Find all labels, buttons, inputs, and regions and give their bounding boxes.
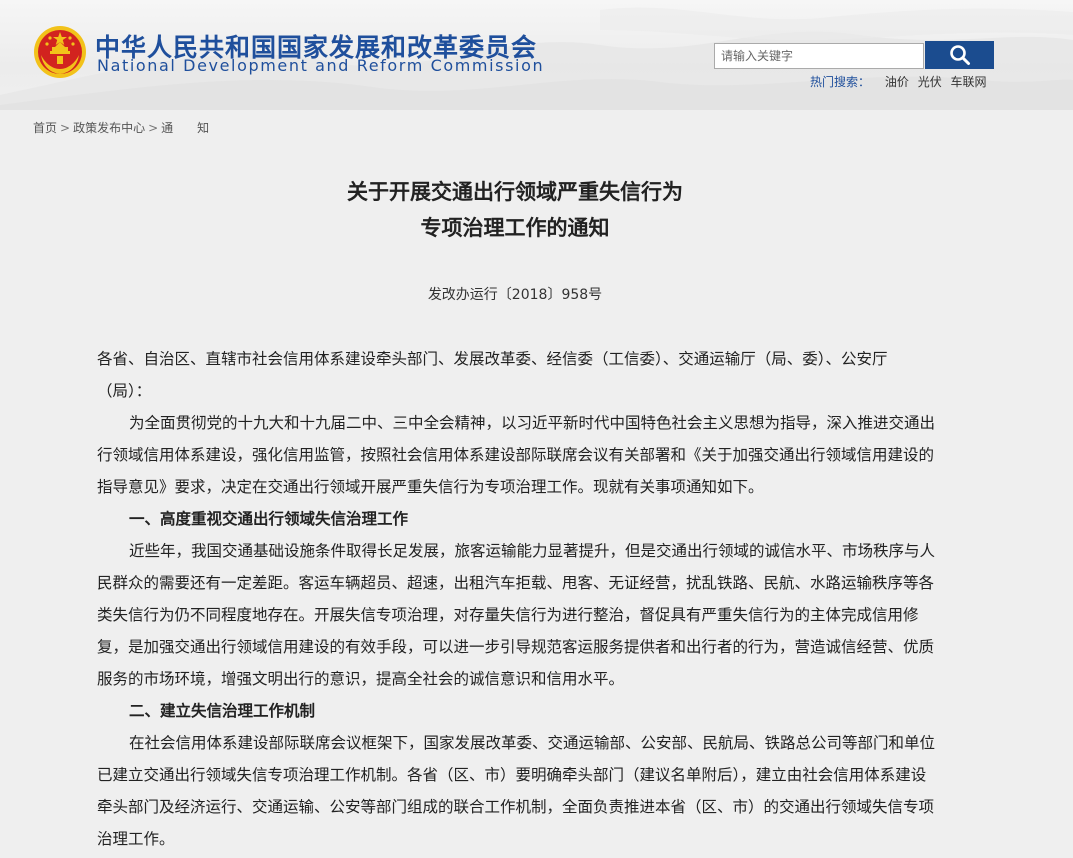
section-2-heading: 二、建立失信治理工作机制 xyxy=(129,702,316,720)
search-button[interactable] xyxy=(925,41,994,69)
search-icon xyxy=(949,45,970,65)
article-title-line-2: 专项治理工作的通知 xyxy=(420,215,610,240)
hot-search: 热门搜索： 油价 光伏 车联网 xyxy=(810,73,987,90)
breadcrumb-notice[interactable]: 通 知 xyxy=(161,121,209,135)
section-1-heading: 一、高度重视交通出行领域失信治理工作 xyxy=(129,510,409,528)
hot-search-label: 热门搜索： xyxy=(810,75,871,89)
article-body: 各省、自治区、直辖市社会信用体系建设牵头部门、发展改革委、经信委（工信委）、交通… xyxy=(97,343,937,855)
breadcrumb-policy-center[interactable]: 政策发布中心 xyxy=(73,121,145,135)
breadcrumb: 首页 > 政策发布中心 > 通 知 xyxy=(33,119,209,136)
section-2-paragraph: 在社会信用体系建设部际联席会议框架下，国家发展改革委、交通运输部、公安部、民航局… xyxy=(97,734,936,848)
national-emblem-icon xyxy=(34,26,86,78)
breadcrumb-separator: > xyxy=(60,121,71,135)
hot-search-term[interactable]: 车联网 xyxy=(951,75,987,89)
addressee: 各省、自治区、直辖市社会信用体系建设牵头部门、发展改革委、经信委（工信委）、交通… xyxy=(97,350,888,400)
breadcrumb-home[interactable]: 首页 xyxy=(33,121,57,135)
hot-search-term[interactable]: 油价 xyxy=(885,75,909,89)
document-number: 发改办运行〔2018〕958号 xyxy=(427,287,603,303)
search-input[interactable] xyxy=(714,43,924,69)
breadcrumb-separator: > xyxy=(148,121,159,135)
site-header: 中华人民共和国国家发展和改革委员会 National Development a… xyxy=(0,0,1073,110)
hot-search-term[interactable]: 光伏 xyxy=(918,75,942,89)
article-title-line-1: 关于开展交通出行领域严重失信行为 xyxy=(347,179,683,204)
intro-paragraph: 为全面贯彻党的十九大和十九届二中、三中全会精神，以习近平新时代中国特色社会主义思… xyxy=(97,414,936,496)
section-1-paragraph: 近些年，我国交通基础设施条件取得长足发展，旅客运输能力显著提升，但是交通出行领域… xyxy=(97,542,936,688)
site-title-english: National Development and Reform Commissi… xyxy=(97,56,545,75)
